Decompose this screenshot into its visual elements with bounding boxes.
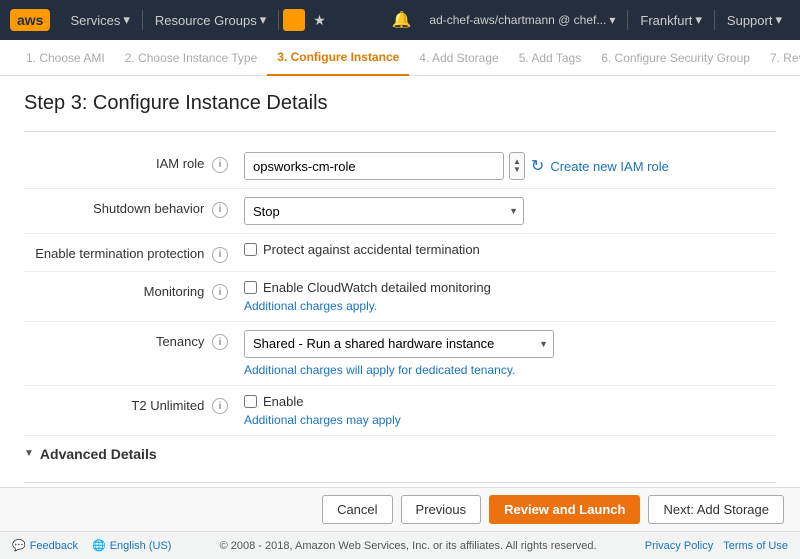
previous-button[interactable]: Previous: [401, 495, 482, 524]
terms-of-use-link[interactable]: Terms of Use: [723, 540, 788, 552]
step-add-storage[interactable]: 4. Add Storage: [409, 40, 508, 76]
iam-role-row: IAM role i ▲ ▼ ↻ Create new IAM role: [24, 144, 776, 189]
create-iam-link[interactable]: Create new IAM role: [550, 159, 669, 174]
monitoring-label: Monitoring i: [24, 280, 244, 301]
footer: 💬 Feedback 🌐 English (US) © 2008 - 2018,…: [0, 531, 800, 559]
nav-divider3: [627, 10, 628, 30]
shutdown-info-icon[interactable]: i: [212, 202, 228, 218]
nav-user[interactable]: ad-chef-aws/chartmann @ chef... ▾: [421, 9, 623, 31]
tenancy-info-icon[interactable]: i: [212, 334, 228, 350]
step-configure-instance[interactable]: 3. Configure Instance: [267, 40, 409, 76]
t2-unlimited-control: Enable Additional charges may apply: [244, 394, 776, 427]
iam-role-refresh-button[interactable]: ↻: [531, 156, 544, 176]
nav-divider2: [278, 10, 279, 30]
step-choose-ami[interactable]: 1. Choose AMI: [16, 40, 115, 76]
nav-divider1: [142, 10, 143, 30]
step-choose-instance-type[interactable]: 2. Choose Instance Type: [115, 40, 268, 76]
iam-role-info-icon[interactable]: i: [212, 157, 228, 173]
monitoring-info-icon[interactable]: i: [212, 284, 228, 300]
feedback-link[interactable]: Feedback: [30, 540, 78, 552]
advanced-details-label: Advanced Details: [40, 446, 157, 462]
language-link[interactable]: English (US): [110, 540, 172, 552]
nav-services[interactable]: Services ▾: [62, 8, 137, 32]
top-navigation: aws Services ▾ Resource Groups ▾ ★ 🔔 ad-…: [0, 0, 800, 40]
shutdown-behavior-row: Shutdown behavior i Stop: [24, 189, 776, 234]
cancel-button[interactable]: Cancel: [322, 495, 392, 524]
nav-star-icon[interactable]: ★: [309, 12, 330, 29]
main-content: Step 3: Configure Instance Details IAM r…: [0, 76, 800, 487]
nav-orange-icon: [283, 9, 305, 31]
iam-role-control: ▲ ▼ ↻ Create new IAM role: [244, 152, 776, 180]
tenancy-select-wrapper: Shared - Run a shared hardware instance: [244, 330, 554, 358]
termination-info-icon[interactable]: i: [212, 247, 228, 263]
shutdown-select[interactable]: Stop: [244, 197, 524, 225]
page-title: Step 3: Configure Instance Details: [24, 92, 776, 115]
shutdown-behavior-control: Stop: [244, 197, 776, 225]
tenancy-charges-link[interactable]: Additional charges will apply for dedica…: [244, 363, 515, 377]
privacy-policy-link[interactable]: Privacy Policy: [645, 540, 713, 552]
monitoring-checkbox[interactable]: [244, 281, 257, 294]
step-add-tags[interactable]: 5. Add Tags: [509, 40, 592, 76]
monitoring-control: Enable CloudWatch detailed monitoring Ad…: [244, 280, 776, 313]
tenancy-row: Tenancy i Shared - Run a shared hardware…: [24, 322, 776, 386]
bottom-toolbar: Cancel Previous Review and Launch Next: …: [0, 487, 800, 531]
next-button[interactable]: Next: Add Storage: [648, 495, 784, 524]
iam-role-arrows[interactable]: ▲ ▼: [509, 152, 525, 180]
termination-protection-label: Enable termination protection i: [24, 242, 244, 263]
advanced-details-header[interactable]: ▼ Advanced Details: [24, 436, 776, 470]
tenancy-label: Tenancy i: [24, 330, 244, 351]
globe-icon: 🌐: [92, 539, 106, 552]
iam-role-input[interactable]: [244, 152, 504, 180]
monitoring-checkbox-label[interactable]: Enable CloudWatch detailed monitoring: [244, 280, 776, 295]
steps-bar: 1. Choose AMI 2. Choose Instance Type 3.…: [0, 40, 800, 76]
step-review[interactable]: 7. Review: [760, 40, 800, 76]
t2-unlimited-label: T2 Unlimited i: [24, 394, 244, 415]
t2-checkbox-label[interactable]: Enable: [244, 394, 776, 409]
t2-info-icon[interactable]: i: [212, 398, 228, 414]
footer-copyright: © 2008 - 2018, Amazon Web Services, Inc.…: [171, 540, 644, 552]
advanced-divider: [24, 482, 776, 483]
advanced-collapse-icon: ▼: [24, 448, 34, 459]
termination-checkbox[interactable]: [244, 243, 257, 256]
shutdown-behavior-label: Shutdown behavior i: [24, 197, 244, 218]
nav-resource-groups[interactable]: Resource Groups ▾: [147, 8, 274, 32]
t2-charges-link[interactable]: Additional charges may apply: [244, 413, 401, 427]
footer-right: Privacy Policy Terms of Use: [645, 540, 788, 552]
termination-checkbox-label[interactable]: Protect against accidental termination: [244, 242, 776, 257]
nav-bell-icon[interactable]: 🔔: [385, 10, 417, 30]
termination-protection-control: Protect against accidental termination: [244, 242, 776, 257]
tenancy-select[interactable]: Shared - Run a shared hardware instance: [244, 330, 554, 358]
footer-left: 💬 Feedback 🌐 English (US): [12, 539, 171, 552]
nav-divider4: [714, 10, 715, 30]
nav-support[interactable]: Support ▾: [719, 8, 790, 32]
nav-region[interactable]: Frankfurt ▾: [632, 8, 710, 32]
monitoring-charges-link[interactable]: Additional charges apply.: [244, 299, 377, 313]
shutdown-select-wrapper: Stop: [244, 197, 524, 225]
feedback-bubble-icon: 💬: [12, 539, 26, 552]
tenancy-control: Shared - Run a shared hardware instance …: [244, 330, 776, 377]
termination-protection-row: Enable termination protection i Protect …: [24, 234, 776, 272]
t2-unlimited-row: T2 Unlimited i Enable Additional charges…: [24, 386, 776, 436]
iam-role-label: IAM role i: [24, 152, 244, 173]
review-and-launch-button[interactable]: Review and Launch: [489, 495, 640, 524]
aws-logo: aws: [10, 9, 50, 31]
t2-checkbox[interactable]: [244, 395, 257, 408]
section-divider: [24, 131, 776, 132]
step-configure-security-group[interactable]: 6. Configure Security Group: [591, 40, 760, 76]
monitoring-row: Monitoring i Enable CloudWatch detailed …: [24, 272, 776, 322]
